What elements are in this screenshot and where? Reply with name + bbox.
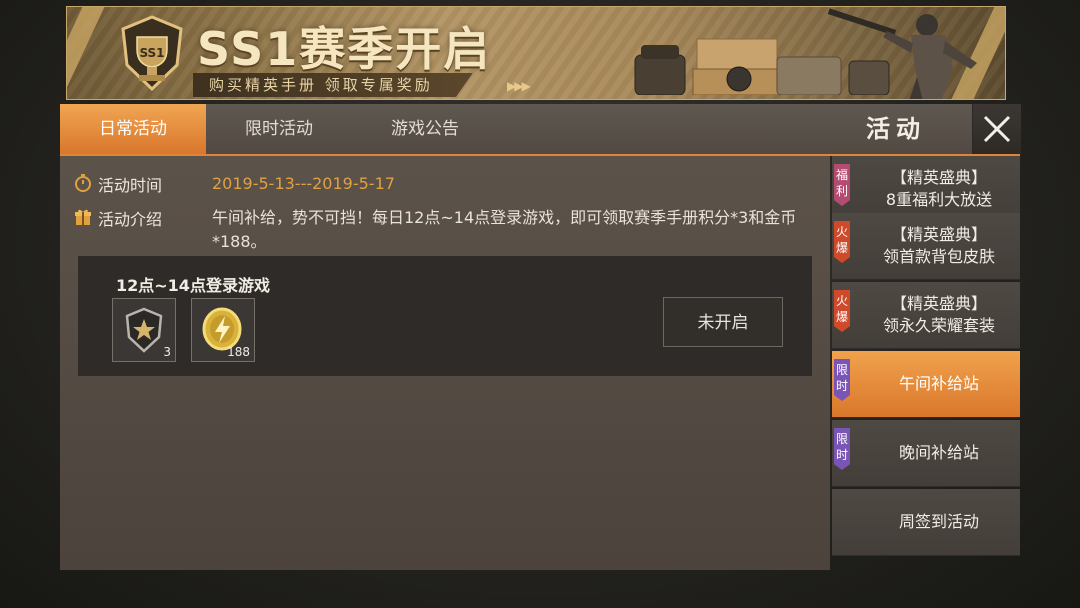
panel-title: 活动: [866, 115, 926, 143]
list-item-line1: 【精英盛典】: [890, 294, 987, 313]
banner-title: SS1赛季开启: [197, 22, 492, 76]
list-item-line1: 午间补给站: [898, 374, 979, 393]
emblem-text: SS1: [139, 46, 164, 60]
activity-time-row: 活动时间 2019-5-13---2019-5-17: [74, 172, 395, 196]
activity-intro-value: 午间补给，势不可挡！每日12点~14点登录游戏，即可领取赛季手册积分*3和金币*…: [212, 208, 797, 251]
list-item-line1: 【精英盛典】: [890, 168, 987, 187]
tab-limited-activity[interactable]: 限时活动: [206, 104, 352, 154]
tab-daily-activity[interactable]: 日常活动: [60, 104, 206, 154]
activity-time-value: 2019-5-13---2019-5-17: [212, 174, 395, 193]
list-item-evening-supply[interactable]: 限时 晚间补给站: [832, 420, 1020, 487]
reward-title: 12点~14点登录游戏: [116, 276, 270, 295]
timer-icon: [75, 174, 91, 192]
soldier-character-icon: [827, 8, 977, 99]
welfare-badge: 福利: [834, 164, 850, 206]
list-item-line1: 晚间补给站: [898, 443, 979, 462]
list-item-honor-set[interactable]: 火爆 【精英盛典】 领永久荣耀套装: [832, 282, 1020, 349]
trophy-emblem-icon: SS1: [121, 15, 183, 91]
reward-qty: 3: [163, 345, 171, 359]
list-item-backpack-skin[interactable]: 火爆 【精英盛典】 领首款背包皮肤: [832, 213, 1020, 280]
activity-intro-row: 活动介绍 午间补给，势不可挡！每日12点~14点登录游戏，即可领取赛季手册积分*…: [74, 206, 814, 254]
reward-card: 12点~14点登录游戏 3 188 未开启: [78, 256, 812, 376]
reward-item-gold-coin[interactable]: 188: [191, 298, 255, 362]
close-icon: [983, 115, 1011, 143]
tab-announcement[interactable]: 游戏公告: [352, 104, 498, 154]
season-banner[interactable]: SS1 SS1赛季开启 购买精英手册 领取专属奖励 ▶▶▶: [66, 6, 1006, 100]
not-started-button[interactable]: 未开启: [663, 297, 783, 347]
reward-item-rank-points[interactable]: 3: [112, 298, 176, 362]
banner-arrows-icon: ▶▶▶: [507, 79, 531, 93]
list-item-line2: 8重福利大放送: [885, 190, 993, 209]
limited-badge: 限时: [834, 359, 850, 401]
activity-list: 福利 【精英盛典】 8重福利大放送 火爆 【精英盛典】 领首款背包皮肤 火爆 【…: [832, 156, 1020, 558]
list-item-line2: 领首款背包皮肤: [882, 247, 995, 266]
hot-badge: 火爆: [834, 221, 850, 263]
limited-badge: 限时: [834, 428, 850, 470]
list-item-noon-supply[interactable]: 限时 午间补给站: [832, 351, 1020, 418]
hot-badge: 火爆: [834, 290, 850, 332]
close-button[interactable]: [972, 104, 1021, 154]
gift-icon: [75, 209, 91, 225]
banner-subtitle: 购买精英手册 领取专属奖励: [193, 73, 473, 97]
activity-time-label: 活动时间: [98, 176, 163, 195]
list-item-line1: 周签到活动: [898, 512, 979, 531]
activity-intro-label: 活动介绍: [98, 210, 163, 229]
list-item-weekly-signin[interactable]: 周签到活动: [832, 489, 1020, 556]
reward-qty: 188: [227, 345, 250, 359]
banner-stripe-left: [67, 7, 105, 99]
list-item-line1: 【精英盛典】: [890, 225, 987, 244]
list-item-line2: 领永久荣耀套装: [882, 316, 995, 335]
